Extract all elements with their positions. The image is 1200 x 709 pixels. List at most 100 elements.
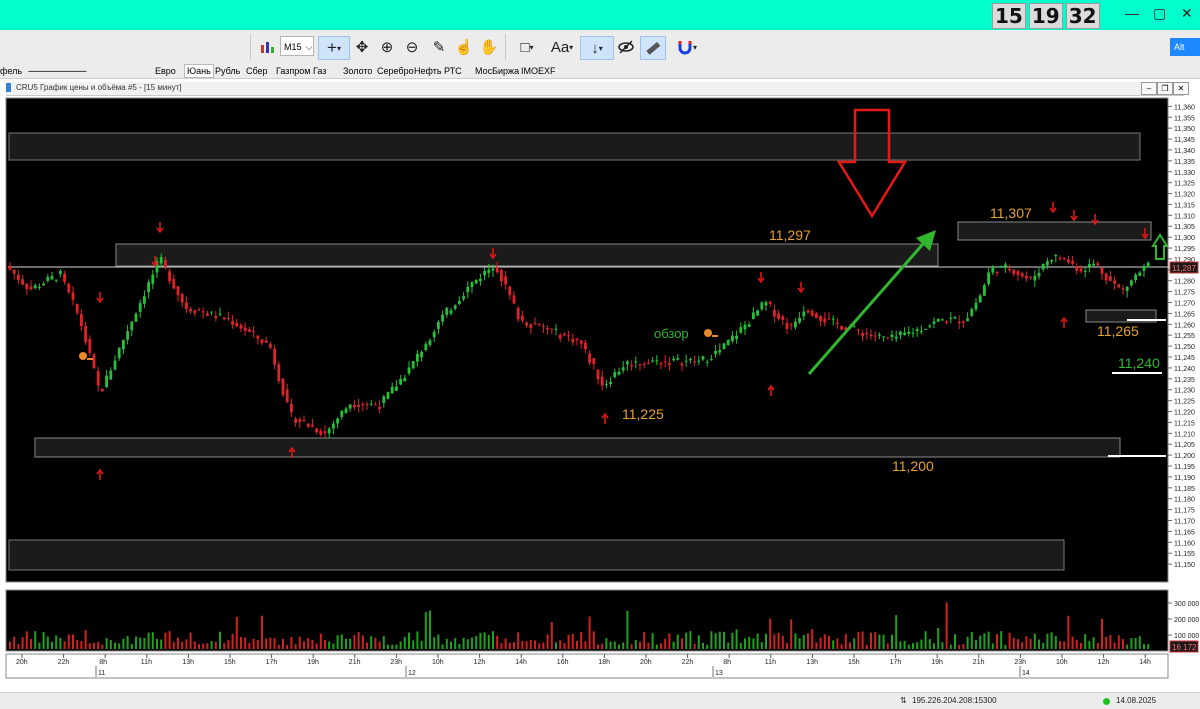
volume-bar [487, 634, 490, 649]
quickbar-item-active[interactable]: Юань [184, 64, 214, 78]
candle-body [537, 323, 541, 325]
volume-bar [529, 640, 532, 649]
candle-body [999, 265, 1003, 268]
candle-body [143, 296, 146, 304]
candle-body [710, 359, 713, 361]
rectangle-tool-button[interactable]: □ ▾ [512, 36, 542, 58]
zone-rectangle-top[interactable] [8, 132, 1141, 161]
time-tick-label: 8h [723, 659, 731, 666]
volume-bar [668, 633, 671, 649]
text-tool-button[interactable]: Aa ▾ [546, 36, 578, 58]
magnet-button[interactable]: ▾ [672, 36, 702, 58]
candle-body [957, 321, 961, 324]
window-restore-button[interactable]: ❐ [1157, 82, 1173, 95]
volume-bar [1126, 644, 1129, 649]
zone-rectangle-11307[interactable] [957, 221, 1152, 241]
move-icon[interactable]: ✥ [353, 36, 371, 58]
window-minimize-button[interactable]: ‒ [1141, 82, 1157, 95]
volume-bar [1092, 637, 1095, 649]
volume-bar [542, 642, 545, 649]
price-tick-label: 11,330 [1174, 170, 1195, 177]
crosshair-button[interactable]: + ▾ [318, 36, 350, 60]
candle-body [462, 296, 465, 300]
volume-pane[interactable] [5, 589, 1169, 652]
candle-body [1088, 264, 1091, 267]
quickbar-item[interactable]: РТС [444, 65, 462, 77]
candle-body [67, 283, 71, 293]
chevron-down-icon[interactable]: ⌵ [304, 36, 314, 58]
quickbar-item[interactable]: Золото [343, 65, 372, 77]
volume-bar [273, 638, 276, 649]
toolbar-divider [250, 34, 251, 60]
hide-eye-icon[interactable] [616, 36, 636, 58]
volume-bar [445, 638, 448, 649]
volume-bar [210, 641, 213, 649]
candle-body [726, 339, 730, 346]
quickbar-item[interactable]: Серебро [377, 65, 414, 77]
volume-bar [403, 637, 406, 649]
quickbar-item[interactable]: IMOEXF [521, 65, 556, 77]
volume-bar [1080, 642, 1082, 649]
hand-icon[interactable]: ✋ [480, 36, 499, 58]
zoom-out-icon[interactable]: ⊖ [403, 36, 421, 58]
candle-body [1092, 263, 1095, 266]
chart-type-icon[interactable] [258, 36, 276, 58]
minimize-icon[interactable]: — [1125, 6, 1139, 20]
current-price-label: 11,287 [1172, 264, 1196, 273]
volume-bar [59, 638, 62, 649]
volume-bar [550, 622, 553, 649]
candle-body [924, 328, 927, 330]
candle-body [533, 323, 537, 325]
volume-bar [1071, 636, 1074, 649]
ruler-icon[interactable] [640, 36, 666, 60]
candle-body [80, 314, 83, 327]
quickbar-item[interactable]: Газ [313, 65, 326, 77]
quickbar-item[interactable]: фель [0, 65, 22, 77]
date-label: 14 [1022, 670, 1030, 677]
volume-bar [811, 629, 814, 649]
time-tick-label: 18h [598, 659, 610, 666]
clock-seconds: 32 [1065, 3, 1100, 29]
candle-body [995, 271, 999, 274]
quickbar-item[interactable]: Сбер [246, 65, 268, 77]
volume-bar [1109, 634, 1112, 649]
quickbar-item[interactable]: Евро [155, 65, 176, 77]
zone-rectangle-11200[interactable] [34, 437, 1121, 458]
zone-rectangle-bottom[interactable] [8, 539, 1065, 571]
zoom-in-icon[interactable]: ⊕ [378, 36, 396, 58]
volume-tick-label: 100 000 [1174, 633, 1199, 640]
candle-body [739, 327, 743, 333]
volume-bar [147, 632, 150, 649]
price-pane[interactable] [5, 97, 1169, 583]
volume-bar [823, 634, 826, 649]
quickbar-item[interactable]: Газпром [276, 65, 310, 77]
close-icon[interactable]: ✕ [1181, 6, 1193, 20]
candle-body [680, 363, 684, 366]
volume-bar [1063, 641, 1066, 649]
candle-body [907, 331, 911, 334]
volume-bar [1101, 618, 1103, 649]
candle-body [189, 308, 192, 312]
candle-body [882, 336, 885, 338]
candle-body [269, 343, 272, 348]
window-close-button[interactable]: ✕ [1173, 82, 1189, 95]
volume-bar [126, 636, 129, 649]
quickbar-item[interactable]: МосБиржа [475, 65, 519, 77]
volume-bar [693, 643, 696, 649]
volume-bar [265, 638, 268, 649]
pointer-hand-icon[interactable]: ☝ [455, 36, 474, 58]
candle-body [428, 340, 432, 345]
volume-bar [1067, 615, 1070, 649]
price-volume-chart[interactable]: 11,360 11,355 11,350 11,345 11,340 11,335 11,3… [0, 96, 1200, 692]
quickbar-item[interactable]: Нефть [414, 65, 442, 77]
search-button[interactable]: Alt [1170, 38, 1200, 56]
volume-bar [441, 644, 444, 649]
candle-body [340, 410, 344, 417]
quickbar-item[interactable]: Рубль [215, 65, 240, 77]
pencil-icon[interactable]: ✎ [430, 36, 448, 58]
maximize-icon[interactable]: ▢ [1153, 6, 1166, 20]
volume-bar [870, 632, 872, 649]
zone-rectangle-11297[interactable] [115, 243, 939, 267]
arrow-down-tool-button[interactable]: ↓ ▾ [580, 36, 614, 60]
candle-body [12, 269, 16, 274]
